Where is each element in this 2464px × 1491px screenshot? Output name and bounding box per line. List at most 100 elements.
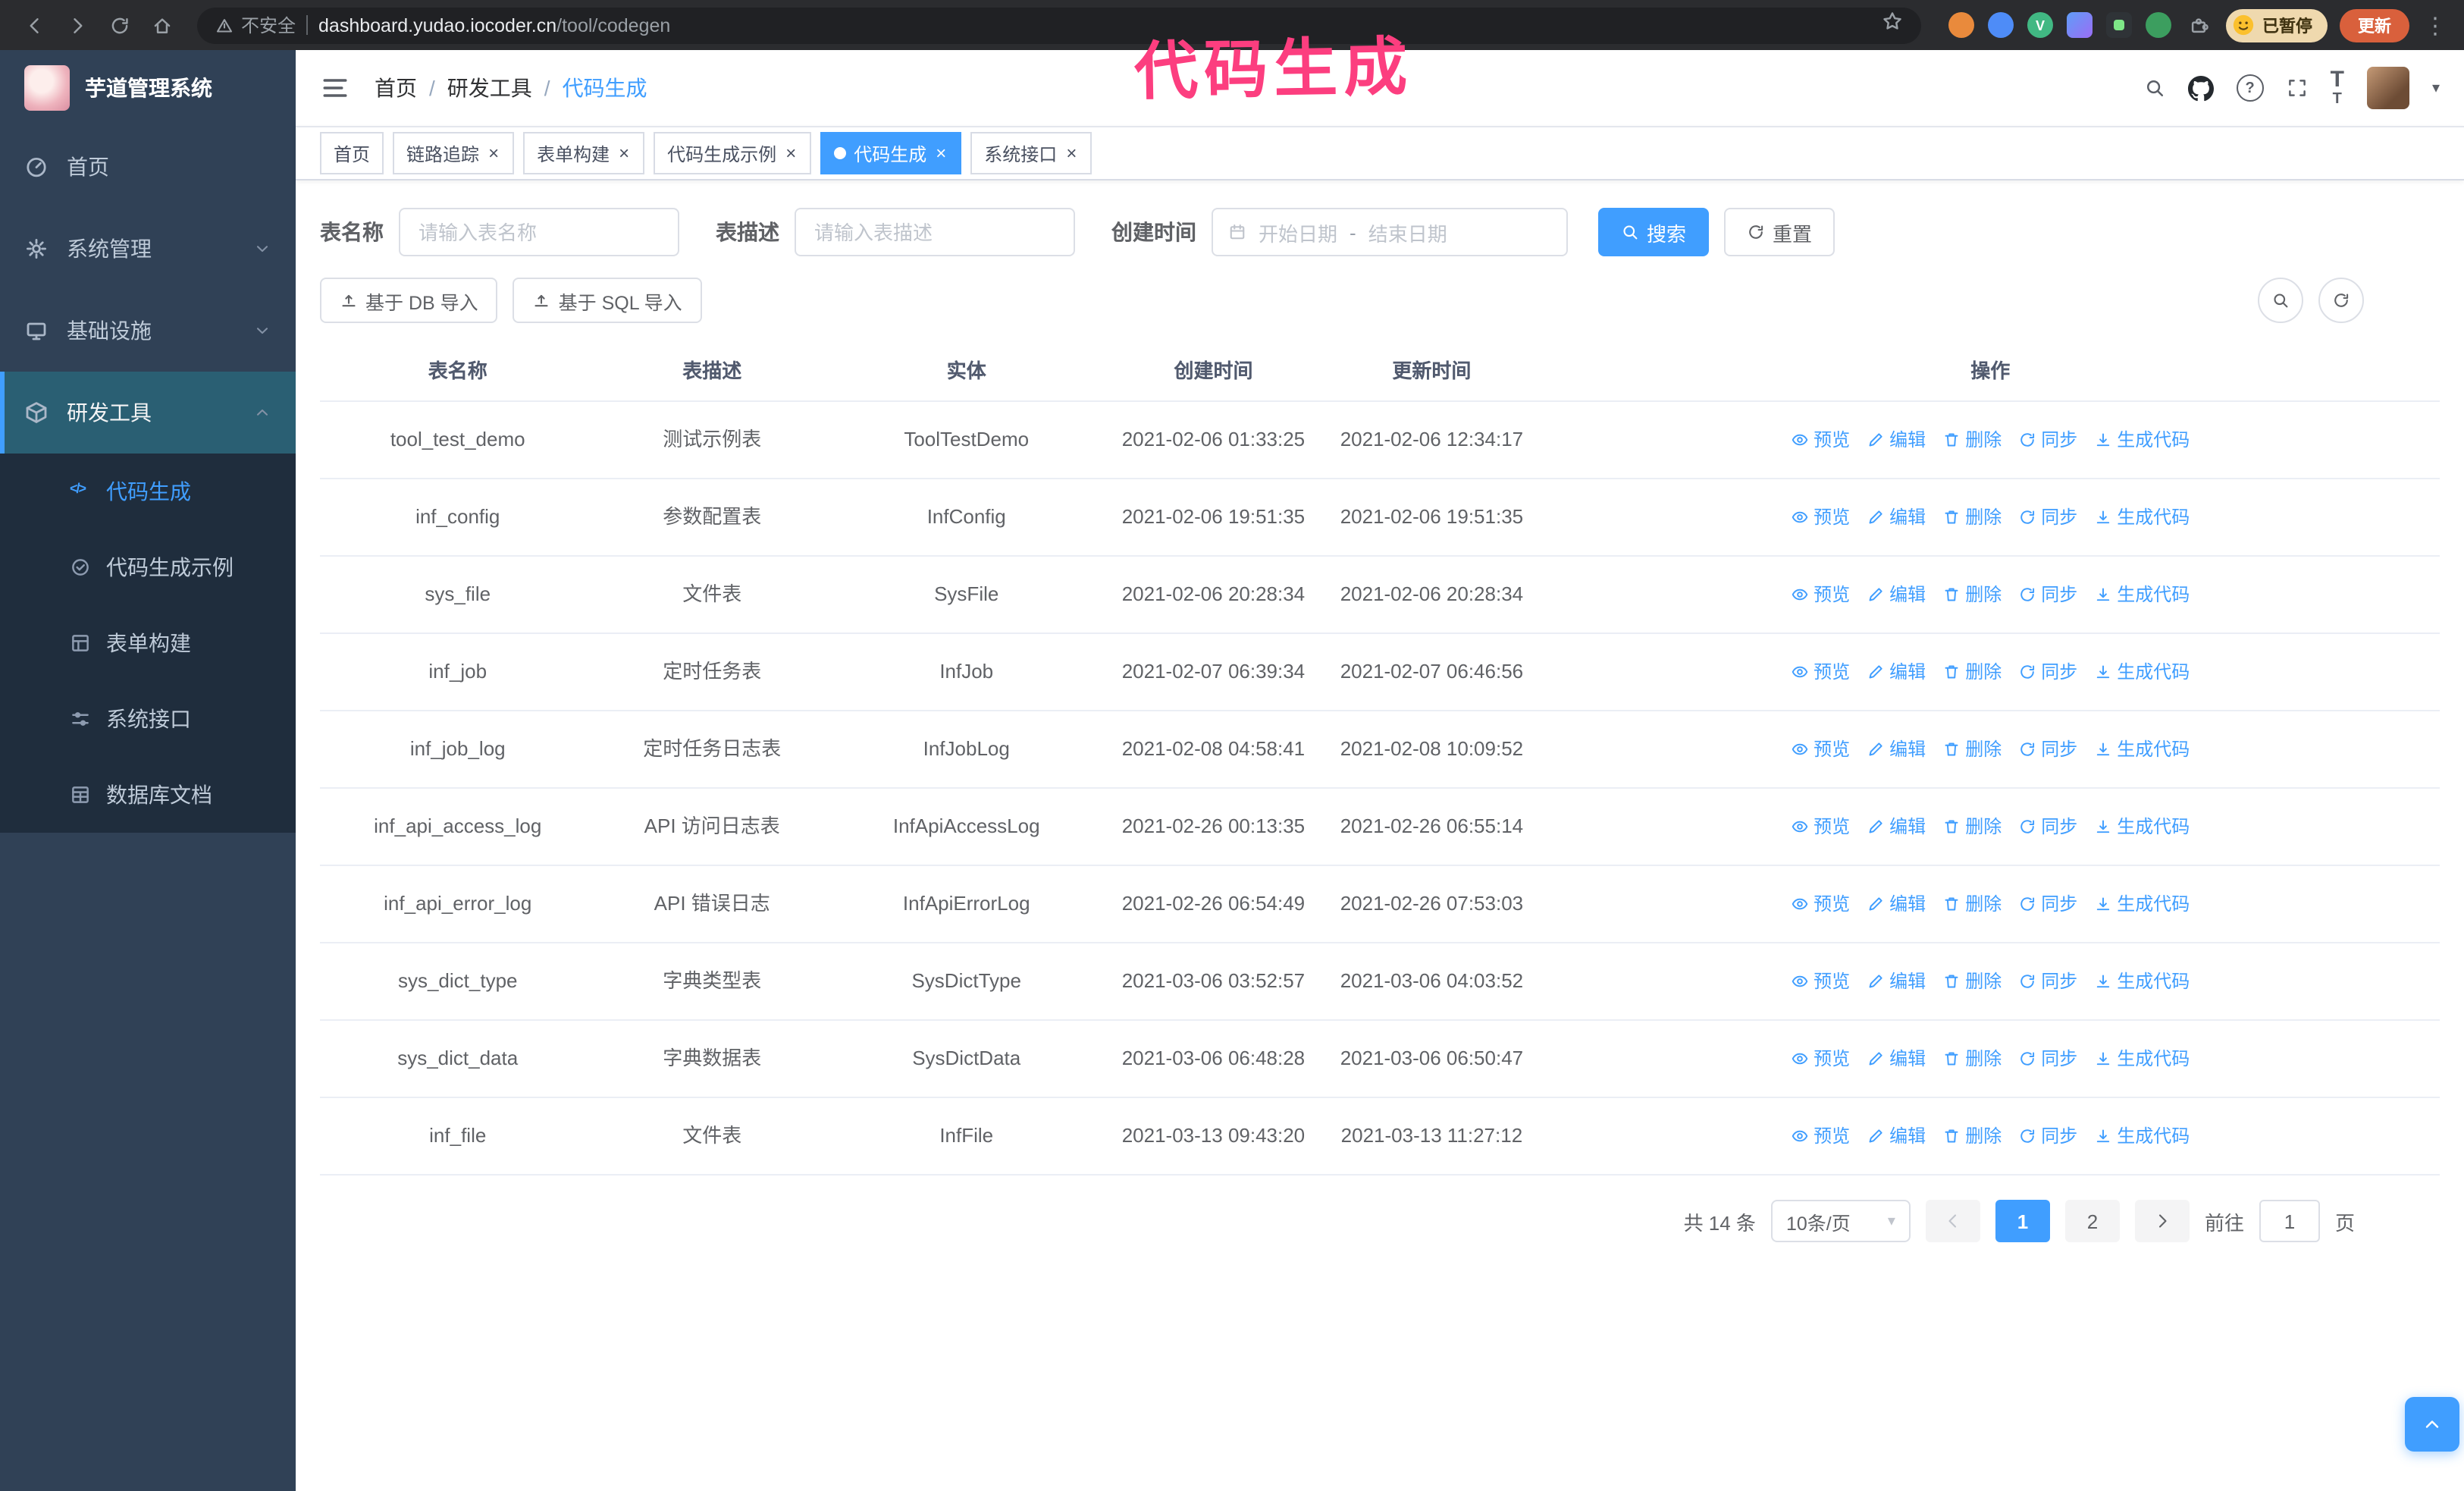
page-button-2[interactable]: 2 xyxy=(2064,1200,2120,1242)
edit-link[interactable]: 编辑 xyxy=(1867,578,1926,611)
generate-code-link[interactable]: 生成代码 xyxy=(2094,501,2190,534)
tab-close-icon[interactable]: × xyxy=(934,144,948,162)
fullscreen-icon[interactable] xyxy=(2287,77,2308,99)
font-size-icon[interactable]: TT xyxy=(2331,67,2344,108)
search-icon[interactable] xyxy=(2144,77,2165,99)
delete-link[interactable]: 删除 xyxy=(1942,965,2002,998)
next-page-button[interactable] xyxy=(2134,1200,2190,1242)
generate-code-link[interactable]: 生成代码 xyxy=(2094,1042,2190,1075)
back-icon[interactable] xyxy=(15,5,55,45)
user-avatar[interactable] xyxy=(2366,67,2409,109)
logo-row[interactable]: 芋道管理系统 xyxy=(0,50,296,126)
edit-link[interactable]: 编辑 xyxy=(1867,655,1926,689)
delete-link[interactable]: 删除 xyxy=(1942,810,2002,843)
breadcrumb-home[interactable]: 首页 xyxy=(375,73,417,103)
preview-link[interactable]: 预览 xyxy=(1791,810,1850,843)
generate-code-link[interactable]: 生成代码 xyxy=(2094,1119,2190,1153)
sidebar-subitem-form-builder[interactable]: 表单构建 xyxy=(0,605,296,681)
browser-update-button[interactable]: 更新 xyxy=(2340,8,2409,42)
bookmark-star-icon[interactable] xyxy=(1882,11,1903,39)
address-bar[interactable]: 不安全 dashboard.yudao.iocoder.cn/tool/code… xyxy=(197,7,1921,43)
delete-link[interactable]: 删除 xyxy=(1942,578,2002,611)
goto-page-input[interactable] xyxy=(2259,1200,2320,1242)
extension-icon[interactable] xyxy=(2067,12,2093,38)
sync-link[interactable]: 同步 xyxy=(2018,655,2077,689)
preview-link[interactable]: 预览 xyxy=(1791,501,1850,534)
preview-link[interactable]: 预览 xyxy=(1791,965,1850,998)
sidebar-item-home[interactable]: 首页 xyxy=(0,126,296,208)
refresh-table-icon[interactable] xyxy=(2318,278,2364,323)
preview-link[interactable]: 预览 xyxy=(1791,655,1850,689)
tab[interactable]: 链路追踪 × xyxy=(393,132,515,174)
security-status[interactable]: 不安全 xyxy=(215,12,296,38)
extension-icon[interactable]: V xyxy=(2027,12,2053,38)
extension-icon[interactable] xyxy=(2146,12,2171,38)
tab-close-icon[interactable]: × xyxy=(487,144,500,162)
sync-link[interactable]: 同步 xyxy=(2018,423,2077,457)
extensions-puzzle-icon[interactable] xyxy=(2185,12,2211,38)
sync-link[interactable]: 同步 xyxy=(2018,1119,2077,1153)
tab-close-icon[interactable]: × xyxy=(784,144,798,162)
edit-link[interactable]: 编辑 xyxy=(1867,1042,1926,1075)
tab-close-icon[interactable]: × xyxy=(1064,144,1078,162)
delete-link[interactable]: 删除 xyxy=(1942,501,2002,534)
table-desc-input[interactable] xyxy=(795,208,1075,256)
browser-menu-icon[interactable]: ⋮ xyxy=(2422,11,2449,39)
extension-icon[interactable] xyxy=(2106,12,2132,38)
generate-code-link[interactable]: 生成代码 xyxy=(2094,733,2190,766)
sidebar-subitem-system-api[interactable]: 系统接口 xyxy=(0,681,296,757)
search-button[interactable]: 搜索 xyxy=(1598,208,1710,256)
edit-link[interactable]: 编辑 xyxy=(1867,501,1926,534)
tab[interactable]: 首页 × xyxy=(320,132,384,174)
breadcrumb-dev-tools[interactable]: 研发工具 xyxy=(447,73,532,103)
delete-link[interactable]: 删除 xyxy=(1942,733,2002,766)
generate-code-link[interactable]: 生成代码 xyxy=(2094,810,2190,843)
sync-link[interactable]: 同步 xyxy=(2018,810,2077,843)
hamburger-icon[interactable] xyxy=(320,73,350,103)
sidebar-item-dev-tools[interactable]: 研发工具 xyxy=(0,372,296,454)
preview-link[interactable]: 预览 xyxy=(1791,578,1850,611)
tab[interactable]: 表单构建 × xyxy=(523,132,645,174)
delete-link[interactable]: 删除 xyxy=(1942,887,2002,921)
reset-button[interactable]: 重置 xyxy=(1724,208,1835,256)
avatar-caret-icon[interactable]: ▾ xyxy=(2432,80,2440,96)
delete-link[interactable]: 删除 xyxy=(1942,1042,2002,1075)
generate-code-link[interactable]: 生成代码 xyxy=(2094,655,2190,689)
edit-link[interactable]: 编辑 xyxy=(1867,965,1926,998)
sidebar-subitem-codegen[interactable]: </> 代码生成 xyxy=(0,454,296,529)
tab-close-icon[interactable]: × xyxy=(617,144,631,162)
home-icon[interactable] xyxy=(143,5,182,45)
generate-code-link[interactable]: 生成代码 xyxy=(2094,578,2190,611)
tab[interactable]: 系统接口 × xyxy=(970,132,1092,174)
sidebar-subitem-db-doc[interactable]: 数据库文档 xyxy=(0,757,296,833)
back-to-top-button[interactable] xyxy=(2405,1397,2459,1452)
github-icon[interactable] xyxy=(2187,75,2214,101)
help-icon[interactable]: ? xyxy=(2236,74,2264,102)
reload-icon[interactable] xyxy=(100,5,140,45)
page-size-select[interactable]: 10条/页 ▾ xyxy=(1770,1200,1911,1242)
preview-link[interactable]: 预览 xyxy=(1791,733,1850,766)
profile-paused-badge[interactable]: 已暂停 xyxy=(2226,8,2328,42)
sync-link[interactable]: 同步 xyxy=(2018,733,2077,766)
preview-link[interactable]: 预览 xyxy=(1791,1042,1850,1075)
table-name-input[interactable] xyxy=(399,208,679,256)
delete-link[interactable]: 删除 xyxy=(1942,423,2002,457)
sync-link[interactable]: 同步 xyxy=(2018,887,2077,921)
sidebar-item-infrastructure[interactable]: 基础设施 xyxy=(0,290,296,372)
preview-link[interactable]: 预览 xyxy=(1791,1119,1850,1153)
preview-link[interactable]: 预览 xyxy=(1791,887,1850,921)
page-button-1[interactable]: 1 xyxy=(1995,1200,2050,1242)
sync-link[interactable]: 同步 xyxy=(2018,965,2077,998)
sidebar-subitem-codegen-example[interactable]: 代码生成示例 xyxy=(0,529,296,605)
generate-code-link[interactable]: 生成代码 xyxy=(2094,887,2190,921)
delete-link[interactable]: 删除 xyxy=(1942,1119,2002,1153)
delete-link[interactable]: 删除 xyxy=(1942,655,2002,689)
tab[interactable]: 代码生成 × xyxy=(820,132,962,174)
edit-link[interactable]: 编辑 xyxy=(1867,887,1926,921)
sync-link[interactable]: 同步 xyxy=(2018,578,2077,611)
import-db-button[interactable]: 基于 DB 导入 xyxy=(320,278,498,323)
generate-code-link[interactable]: 生成代码 xyxy=(2094,965,2190,998)
edit-link[interactable]: 编辑 xyxy=(1867,1119,1926,1153)
preview-link[interactable]: 预览 xyxy=(1791,423,1850,457)
import-sql-button[interactable]: 基于 SQL 导入 xyxy=(513,278,702,323)
